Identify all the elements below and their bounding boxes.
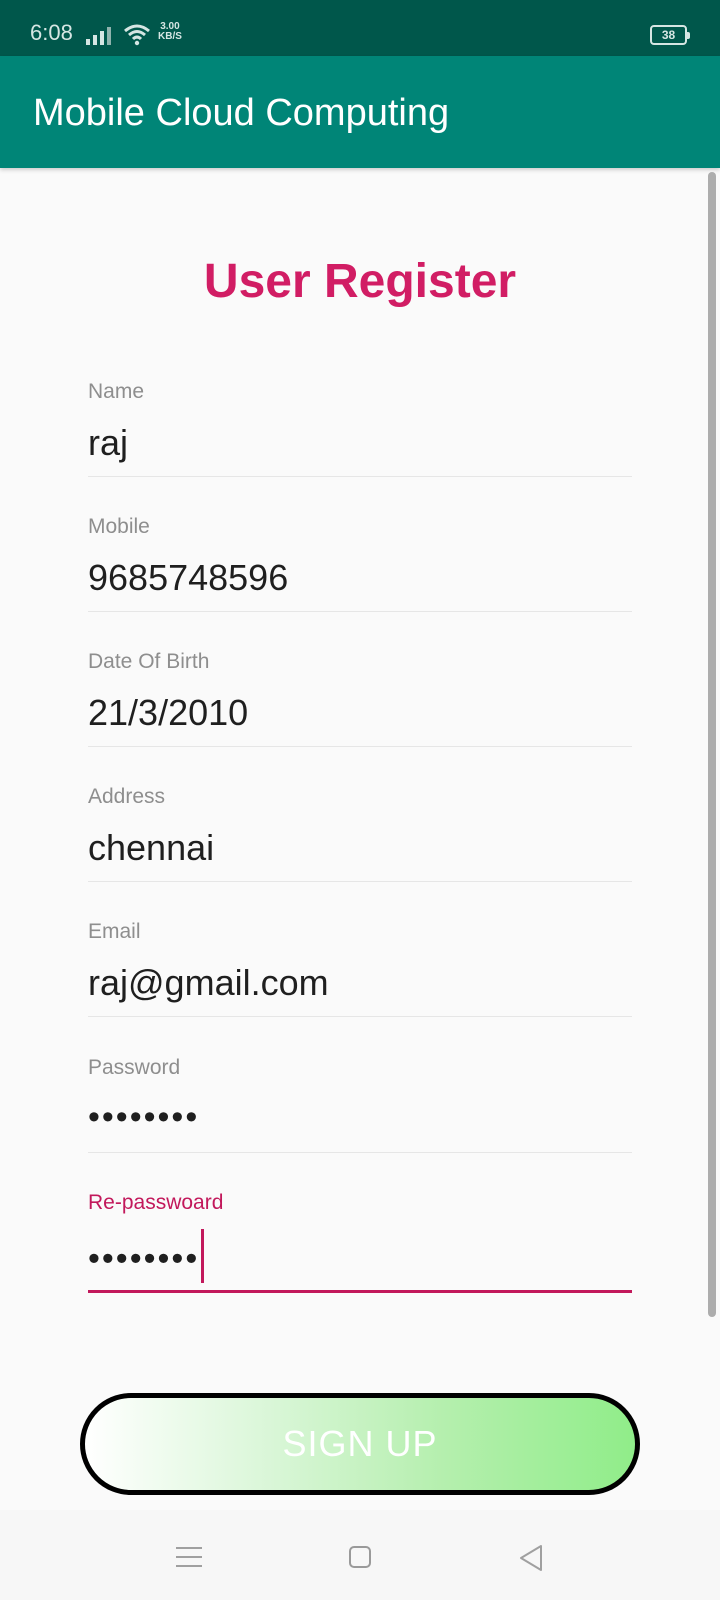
email-label: Email bbox=[88, 920, 141, 943]
status-time: 6:08 bbox=[30, 20, 73, 45]
name-input[interactable]: raj bbox=[88, 422, 128, 464]
field-underline bbox=[88, 476, 632, 477]
field-underline bbox=[88, 1016, 632, 1017]
scrollbar[interactable] bbox=[708, 172, 716, 1317]
network-speed-unit: KB/S bbox=[158, 31, 182, 42]
name-label: Name bbox=[88, 380, 145, 403]
sign-up-label: SIGN UP bbox=[282, 1423, 438, 1464]
password-input[interactable]: •••••••• bbox=[88, 1098, 199, 1137]
field-underline bbox=[88, 1152, 632, 1153]
back-icon[interactable] bbox=[518, 1544, 544, 1577]
password-field[interactable]: Password •••••••• bbox=[88, 1056, 632, 1186]
sign-up-button[interactable]: SIGN UP bbox=[80, 1393, 640, 1495]
repassword-value: •••••••• bbox=[88, 1239, 200, 1278]
email-field[interactable]: Email raj@gmail.com bbox=[88, 920, 632, 1050]
password-label: Password bbox=[88, 1056, 181, 1079]
address-input[interactable]: chennai bbox=[88, 827, 214, 869]
field-underline-focused bbox=[88, 1290, 632, 1293]
repassword-field[interactable]: Re-passwoard •••••••• bbox=[88, 1191, 632, 1321]
network-speed: 3.00 KB/S bbox=[158, 22, 182, 42]
dob-input[interactable]: 21/3/2010 bbox=[88, 692, 248, 734]
dob-field[interactable]: Date Of Birth 21/3/2010 bbox=[88, 650, 632, 780]
battery-icon: 38 bbox=[650, 25, 690, 45]
text-cursor bbox=[201, 1229, 205, 1283]
menu-icon[interactable] bbox=[176, 1546, 202, 1573]
status-bar: 6:08 3.00 KB/S 38 bbox=[0, 0, 720, 56]
mobile-label: Mobile bbox=[88, 515, 150, 538]
app-title: Mobile Cloud Computing bbox=[33, 92, 450, 134]
signal-icon bbox=[86, 26, 114, 51]
repassword-label: Re-passwoard bbox=[88, 1191, 224, 1214]
battery-level: 38 bbox=[661, 28, 676, 42]
name-field[interactable]: Name raj bbox=[88, 380, 632, 510]
address-field[interactable]: Address chennai bbox=[88, 785, 632, 915]
home-icon[interactable] bbox=[349, 1546, 371, 1568]
address-label: Address bbox=[88, 785, 166, 808]
navigation-bar bbox=[0, 1510, 720, 1600]
repassword-input[interactable]: •••••••• bbox=[88, 1229, 205, 1287]
mobile-input[interactable]: 9685748596 bbox=[88, 557, 288, 599]
wifi-icon bbox=[123, 24, 151, 51]
dob-label: Date Of Birth bbox=[88, 650, 210, 673]
app-bar: Mobile Cloud Computing bbox=[0, 56, 720, 168]
email-input[interactable]: raj@gmail.com bbox=[88, 962, 329, 1004]
page-title: User Register bbox=[203, 255, 517, 308]
mobile-field[interactable]: Mobile 9685748596 bbox=[88, 515, 632, 645]
field-underline bbox=[88, 611, 632, 612]
field-underline bbox=[88, 881, 632, 882]
field-underline bbox=[88, 746, 632, 747]
